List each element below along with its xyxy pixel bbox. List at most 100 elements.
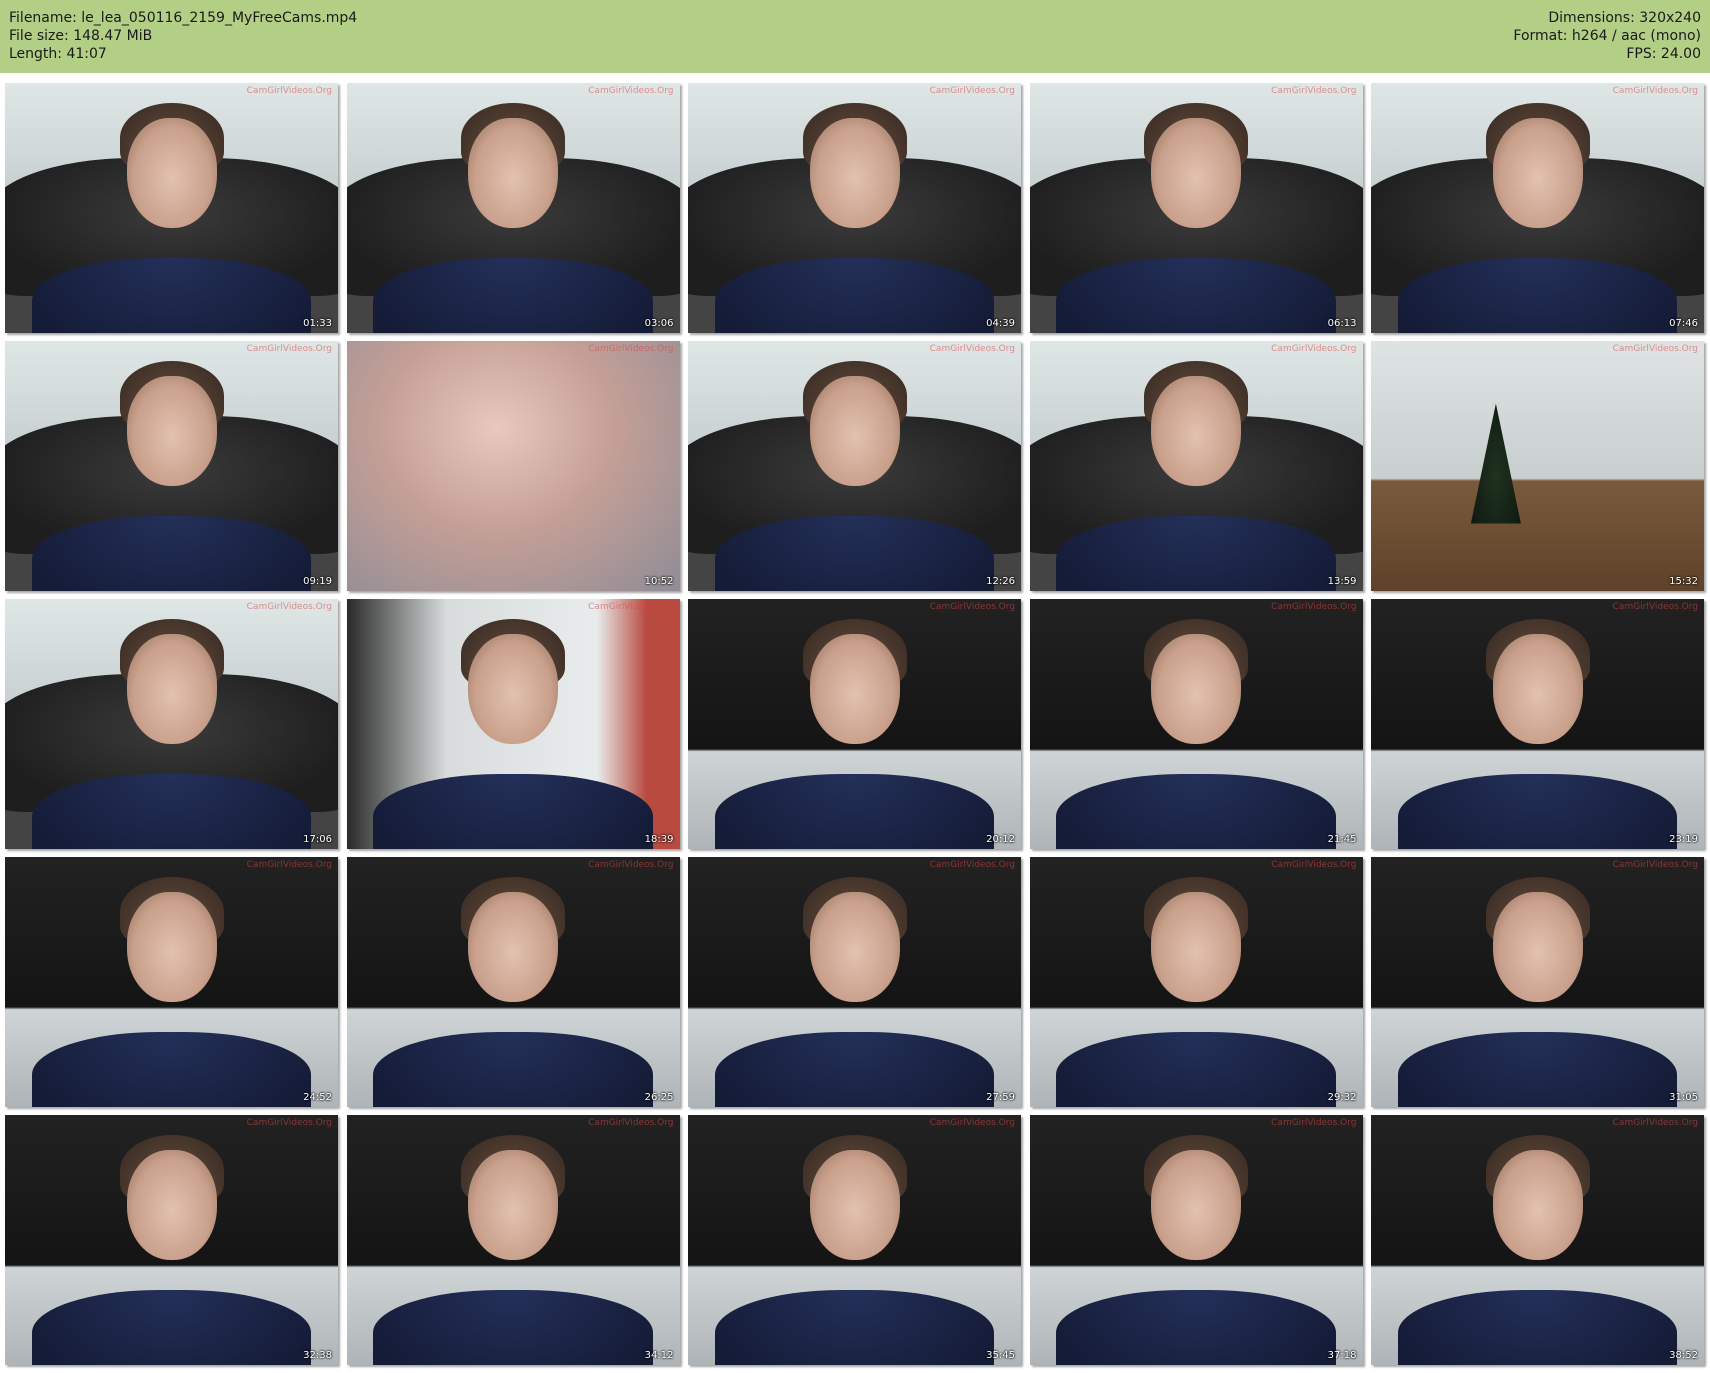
- video-thumbnail: CamGirlVideos.Org 23:19: [1371, 599, 1704, 849]
- thumbnail-timestamp: 37:18: [1327, 1350, 1357, 1361]
- watermark-text: CamGirlVideos.Org: [929, 860, 1015, 870]
- watermark-text: CamGirlVideos.Org: [588, 860, 674, 870]
- thumbnail-timestamp: 09:19: [303, 576, 332, 587]
- watermark-text: CamGirlVideos.Org: [1271, 344, 1357, 354]
- thumbnail-frame-image: [5, 1115, 338, 1365]
- length-text: Length: 41:07: [9, 46, 107, 62]
- thumbnail-timestamp: 04:39: [986, 318, 1015, 329]
- watermark-text: CamGirlVideos.Org: [929, 1118, 1015, 1128]
- watermark-text: CamGirlVideos.Org: [929, 344, 1015, 354]
- watermark-text: CamGirlVideos.Org: [1612, 86, 1698, 96]
- thumbnail-frame-image: [346, 83, 680, 333]
- thumbnail-timestamp: 20:12: [986, 834, 1015, 845]
- thumbnail-timestamp: 06:13: [1327, 318, 1357, 329]
- thumbnail-timestamp: 15:32: [1669, 576, 1698, 587]
- file-info-left: Filename: le_lea_050116_2159_MyFreeCams.…: [9, 9, 357, 63]
- thumbnail-frame-image: [5, 857, 338, 1107]
- thumbnail-frame-image: [346, 599, 680, 849]
- video-thumbnail: CamGirlVideos.Org 09:19: [5, 341, 338, 591]
- watermark-text: CamGirlVideos.Org: [1271, 602, 1357, 612]
- video-thumbnail: CamGirlVideos.Org 10:52: [346, 341, 680, 591]
- watermark-text: CamGirlVideos.Org: [246, 1118, 332, 1128]
- thumbnail-frame-image: [1371, 1115, 1704, 1365]
- video-thumbnail: CamGirlVideos.Org 31:05: [1371, 857, 1704, 1107]
- thumbnail-timestamp: 24:52: [303, 1092, 332, 1103]
- video-thumbnail: CamGirlVideos.Org 12:26: [688, 341, 1021, 591]
- info-header: Filename: le_lea_050116_2159_MyFreeCams.…: [0, 0, 1710, 73]
- thumbnail-timestamp: 32:38: [303, 1350, 332, 1361]
- thumbnail-timestamp: 03:06: [644, 318, 674, 329]
- watermark-text: CamGirlVideos.Org: [929, 86, 1015, 96]
- video-thumbnail: CamGirlVideos.Org 21:45: [1029, 599, 1363, 849]
- thumbnail-frame-image: [346, 341, 680, 591]
- file-info-right: Dimensions: 320x240 Format: h264 / aac (…: [1513, 9, 1701, 63]
- thumbnail-frame-image: [1371, 599, 1704, 849]
- video-thumbnail: CamGirlVideos.Org 37:18: [1029, 1115, 1363, 1365]
- video-thumbnail: CamGirlVideos.Org 26:25: [346, 857, 680, 1107]
- video-thumbnail: CamGirlVideos.Org 17:06: [5, 599, 338, 849]
- watermark-text: CamGirlVideos.Org: [1271, 860, 1357, 870]
- watermark-text: CamGirlVideos.Org: [1612, 602, 1698, 612]
- filename-text: Filename: le_lea_050116_2159_MyFreeCams.…: [9, 10, 358, 26]
- watermark-text: CamGirlVideos.Org: [246, 860, 332, 870]
- thumbnail-frame-image: [5, 83, 338, 333]
- video-thumbnail: CamGirlVideos.Org 18:39: [346, 599, 680, 849]
- video-thumbnail: CamGirlVideos.Org 34:12: [346, 1115, 680, 1365]
- filesize-text: File size: 148.47 MiB: [9, 28, 153, 44]
- video-thumbnail: CamGirlVideos.Org 32:38: [5, 1115, 338, 1365]
- watermark-text: CamGirlVideos.Org: [588, 602, 674, 612]
- watermark-text: CamGirlVideos.Org: [1612, 344, 1698, 354]
- thumbnail-timestamp: 12:26: [986, 576, 1015, 587]
- thumbnail-timestamp: 34:12: [644, 1350, 674, 1361]
- video-thumbnail: CamGirlVideos.Org 01:33: [5, 83, 338, 333]
- thumbnail-frame-image: [346, 857, 680, 1107]
- watermark-text: CamGirlVideos.Org: [1271, 86, 1357, 96]
- thumbnail-frame-image: [5, 599, 338, 849]
- thumbnail-timestamp: 31:05: [1669, 1092, 1698, 1103]
- thumbnail-frame-image: [1029, 1115, 1363, 1365]
- thumbnail-frame-image: [1029, 857, 1363, 1107]
- thumbnail-grid: CamGirlVideos.Org 01:33 CamGirlVideos.Org 0…: [5, 83, 1705, 1365]
- video-thumbnail: CamGirlVideos.Org 15:32: [1371, 341, 1704, 591]
- dimensions-text: Dimensions: 320x240: [1548, 10, 1701, 26]
- thumbnail-frame-image: [346, 1115, 680, 1365]
- thumbnail-frame-image: [1029, 341, 1363, 591]
- thumbnail-frame-image: [688, 341, 1021, 591]
- video-thumbnail: CamGirlVideos.Org 04:39: [688, 83, 1021, 333]
- video-thumbnail: CamGirlVideos.Org 35:45: [688, 1115, 1021, 1365]
- video-thumbnail: CamGirlVideos.Org 13:59: [1029, 341, 1363, 591]
- watermark-text: CamGirlVideos.Org: [246, 602, 332, 612]
- thumbnail-timestamp: 17:06: [303, 834, 332, 845]
- thumbnail-frame-image: [1371, 857, 1704, 1107]
- watermark-text: CamGirlVideos.Org: [1612, 1118, 1698, 1128]
- thumbnail-timestamp: 18:39: [644, 834, 674, 845]
- video-thumbnail: CamGirlVideos.Org 06:13: [1029, 83, 1363, 333]
- thumbnail-timestamp: 35:45: [986, 1350, 1015, 1361]
- thumbnail-frame-image: [1371, 341, 1704, 591]
- thumbnail-timestamp: 27:59: [986, 1092, 1015, 1103]
- video-thumbnail: CamGirlVideos.Org 24:52: [5, 857, 338, 1107]
- thumbnail-timestamp: 10:52: [644, 576, 674, 587]
- thumbnail-frame-image: [1029, 599, 1363, 849]
- video-thumbnail: CamGirlVideos.Org 27:59: [688, 857, 1021, 1107]
- watermark-text: CamGirlVideos.Org: [588, 344, 674, 354]
- watermark-text: CamGirlVideos.Org: [246, 86, 332, 96]
- format-text: Format: h264 / aac (mono): [1513, 28, 1701, 44]
- thumbnail-timestamp: 38:52: [1669, 1350, 1698, 1361]
- thumbnail-timestamp: 07:46: [1669, 318, 1698, 329]
- thumbnail-frame-image: [1371, 83, 1704, 333]
- watermark-text: CamGirlVideos.Org: [1271, 1118, 1357, 1128]
- video-thumbnail: CamGirlVideos.Org 20:12: [688, 599, 1021, 849]
- thumbnail-frame-image: [688, 857, 1021, 1107]
- thumbnail-timestamp: 26:25: [644, 1092, 674, 1103]
- thumbnail-frame-image: [688, 599, 1021, 849]
- thumbnail-timestamp: 21:45: [1327, 834, 1357, 845]
- watermark-text: CamGirlVideos.Org: [246, 344, 332, 354]
- watermark-text: CamGirlVideos.Org: [588, 86, 674, 96]
- thumbnail-frame-image: [5, 341, 338, 591]
- fps-text: FPS: 24.00: [1626, 46, 1701, 62]
- video-thumbnail: CamGirlVideos.Org 38:52: [1371, 1115, 1704, 1365]
- video-thumbnail: CamGirlVideos.Org 07:46: [1371, 83, 1704, 333]
- watermark-text: CamGirlVideos.Org: [929, 602, 1015, 612]
- thumbnail-frame-image: [1029, 83, 1363, 333]
